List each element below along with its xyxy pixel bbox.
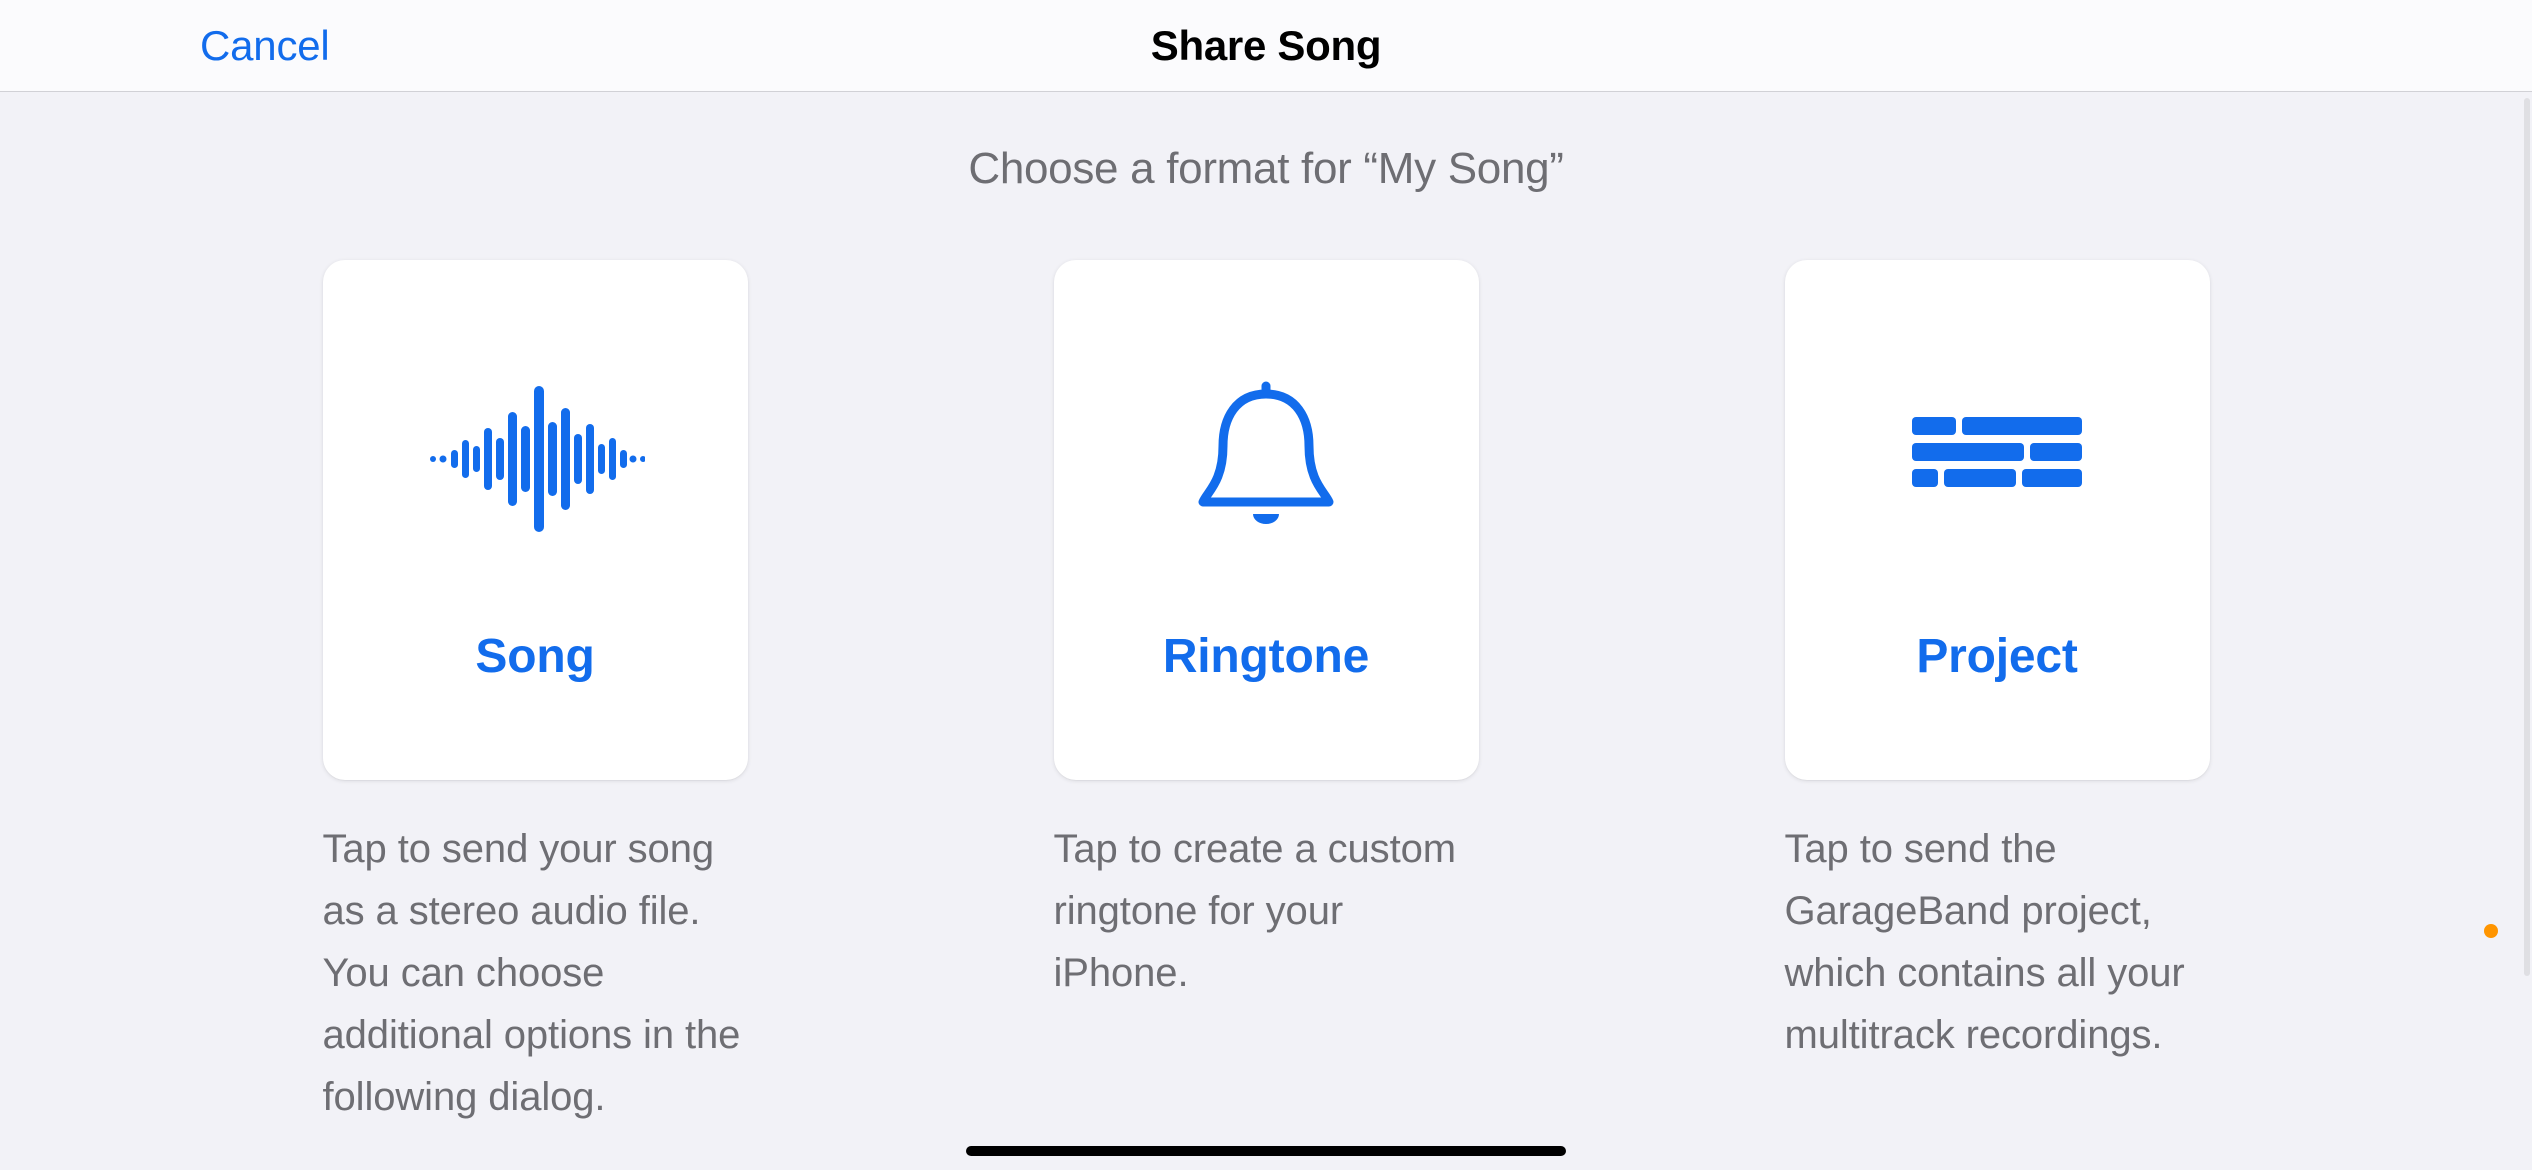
bell-icon (1054, 260, 1479, 629)
page-title: Share Song (1151, 22, 1381, 70)
multitrack-icon (1785, 260, 2210, 629)
card-description-ringtone: Tap to create a custom ringtone for your… (1054, 818, 1479, 1004)
card-column-song: Song Tap to send your song as a stereo a… (323, 260, 748, 1128)
format-prompt: Choose a format for “My Song” (0, 144, 2532, 194)
scrollbar-thumb[interactable] (2524, 98, 2530, 976)
cancel-button[interactable]: Cancel (200, 22, 330, 70)
card-column-ringtone: Ringtone Tap to create a custom ringtone… (1054, 260, 1479, 1128)
privacy-indicator-dot (2484, 924, 2498, 938)
navbar: Cancel Share Song (0, 0, 2532, 92)
format-card-ringtone[interactable]: Ringtone (1054, 260, 1479, 780)
scrollbar-track[interactable] (2524, 92, 2530, 1170)
card-description-song: Tap to send your song as a stereo audio … (323, 818, 748, 1128)
home-indicator[interactable] (966, 1146, 1566, 1156)
card-label-ringtone: Ringtone (1163, 629, 1369, 684)
waveform-icon (323, 260, 748, 629)
format-card-project[interactable]: Project (1785, 260, 2210, 780)
format-cards-row: Song Tap to send your song as a stereo a… (0, 260, 2532, 1128)
content-area: Choose a format for “My Song” (0, 92, 2532, 1170)
card-description-project: Tap to send the GarageBand project, whic… (1785, 818, 2210, 1066)
card-label-song: Song (475, 629, 594, 684)
format-card-song[interactable]: Song (323, 260, 748, 780)
card-label-project: Project (1916, 629, 2077, 684)
card-column-project: Project Tap to send the GarageBand proje… (1785, 260, 2210, 1128)
